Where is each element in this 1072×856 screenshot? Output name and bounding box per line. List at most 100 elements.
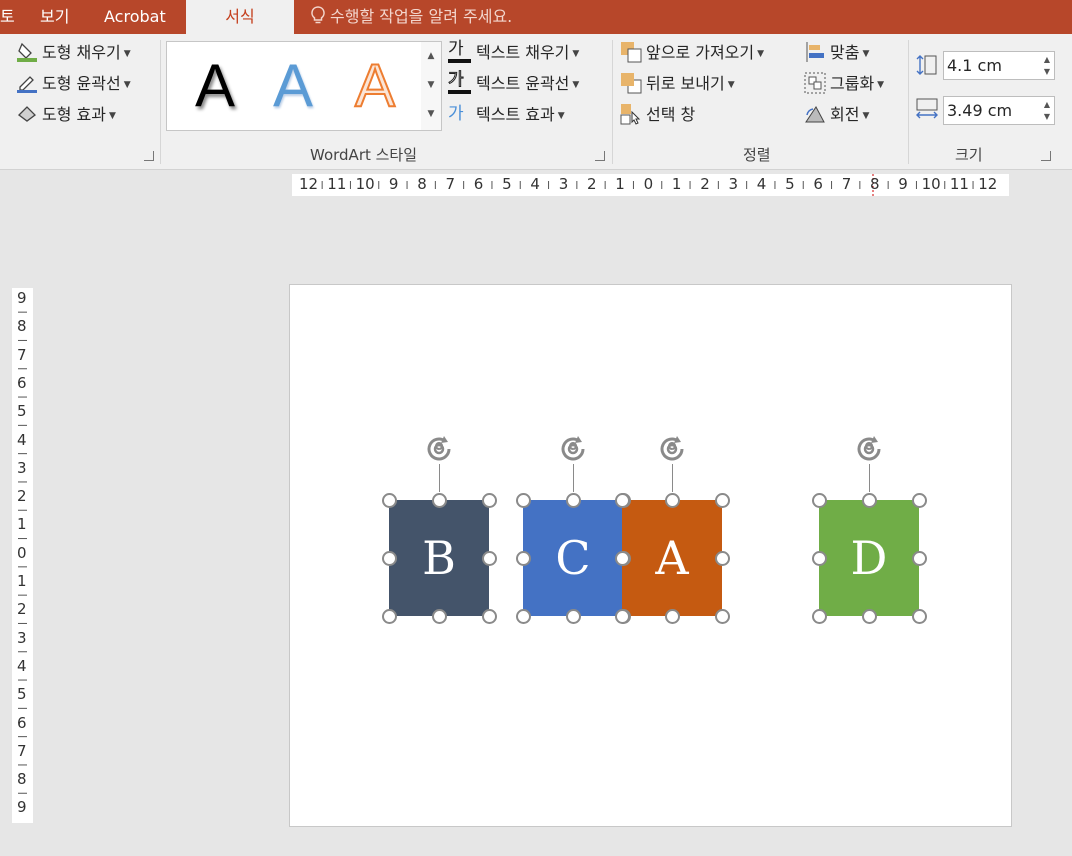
gallery-down-icon[interactable]: ▼ [421,71,441,100]
resize-handle[interactable] [516,609,531,624]
chevron-down-icon: ▼ [862,111,870,121]
spin-down-icon[interactable]: ▼ [1044,103,1050,130]
resize-handle[interactable] [482,551,497,566]
shape-fill-icon [17,42,37,62]
ruler-tick-label: 7 [445,175,456,193]
send-backward-button[interactable]: 뒤로 보내기 ▼ [646,72,735,96]
ruler-tick-label: 2 [17,600,27,619]
resize-handle[interactable] [665,609,680,624]
ruler-tick-label: 9 [898,175,908,193]
resize-handle[interactable] [812,493,827,508]
shape-c[interactable]: C [523,500,623,616]
bring-forward-icon [621,42,642,63]
ruler-tick-label: 1 [17,515,27,534]
resize-handle[interactable] [566,609,581,624]
rotate-handle-icon[interactable] [556,432,590,466]
resize-handle[interactable] [516,493,531,508]
selection-pane-button[interactable]: 선택 창 [646,103,695,127]
ruler-tick-label: 8 [17,317,27,336]
resize-handle[interactable] [516,551,531,566]
rotate-button[interactable]: 회전 ▼ [830,103,869,127]
resize-handle[interactable] [912,609,927,624]
text-fill-button[interactable]: 텍스트 채우기 ▼ [476,41,579,65]
resize-handle[interactable] [862,609,877,624]
ruler-tick-label: 12 [299,175,319,193]
rotate-label: 회전 [830,105,860,124]
bring-forward-label: 앞으로 가져오기 [646,43,755,62]
rotation-stem [573,464,574,492]
resize-handle[interactable] [812,551,827,566]
text-outline-label: 텍스트 윤곽선 [476,74,570,93]
rotation-stem [672,464,673,492]
shape-d[interactable]: D [819,500,919,616]
ruler-tick-label: 1 [671,175,682,193]
slide-canvas[interactable]: BCAD [289,284,1012,827]
shape-effects-label: 도형 효과 [42,105,106,124]
shape-a[interactable]: A [622,500,722,616]
tab-format[interactable]: 서식 [186,0,294,34]
ruler-tick-label: 3 [558,175,569,193]
text-fill-label: 텍스트 채우기 [476,43,570,62]
group-separator [612,40,613,164]
wordart-style-blue[interactable]: A [263,50,323,122]
resize-handle[interactable] [615,493,630,508]
align-button[interactable]: 맞춤 ▼ [830,41,869,65]
resize-handle[interactable] [615,551,630,566]
resize-handle[interactable] [715,609,730,624]
resize-handle[interactable] [566,493,581,508]
gallery-more-icon[interactable]: ▼ [421,100,441,129]
wordart-gallery: A A A [166,41,422,131]
group-button[interactable]: 그룹화 ▼ [830,72,884,96]
ruler-tick-label: 12 [978,175,998,193]
ruler-tick-label: 3 [17,458,27,477]
shape-b[interactable]: B [389,500,489,616]
resize-handle[interactable] [382,493,397,508]
ribbon: 도형 채우기 ▼ 도형 윤곽선 ▼ 도형 효과 ▼ A A A ▲ ▼ ▼ 가 텍스트… [0,34,1072,170]
resize-handle[interactable] [482,493,497,508]
tab-view[interactable]: 보기 [40,0,69,34]
ruler-tick-label: 3 [728,175,739,193]
rotate-handle-icon[interactable] [422,432,456,466]
resize-handle[interactable] [615,609,630,624]
selection-pane-icon [620,104,641,125]
tab-acrobat[interactable]: Acrobat [104,0,166,34]
ruler-tick-label: 0 [17,543,27,562]
resize-handle[interactable] [432,493,447,508]
resize-handle[interactable] [432,609,447,624]
resize-handle[interactable] [382,609,397,624]
shape-outline-button[interactable]: 도형 윤곽선 ▼ [42,72,131,96]
resize-handle[interactable] [912,551,927,566]
size-launcher-icon[interactable] [1041,151,1051,161]
bring-forward-button[interactable]: 앞으로 가져오기 ▼ [646,41,764,65]
resize-handle[interactable] [482,609,497,624]
shape-height-input[interactable]: 4.1 cm ▲ ▼ [943,51,1055,80]
wordart-style-black[interactable]: A [185,50,245,122]
tell-me-box[interactable]: 수행할 작업을 알려 주세요. [310,0,512,34]
ruler-tick-label: 9 [17,289,27,307]
rotate-handle-icon[interactable] [655,432,689,466]
gallery-up-icon[interactable]: ▲ [421,42,441,71]
shape-effects-button[interactable]: 도형 효과 ▼ [42,103,116,127]
ribbon-tab-bar: 토 보기 Acrobat 서식 수행할 작업을 알려 주세요. [0,0,1072,34]
resize-handle[interactable] [912,493,927,508]
wordart-style-orange[interactable]: A [345,50,405,122]
text-outline-button[interactable]: 텍스트 윤곽선 ▼ [476,72,579,96]
shape-fill-button[interactable]: 도형 채우기 ▼ [42,41,131,65]
resize-handle[interactable] [382,551,397,566]
resize-handle[interactable] [715,551,730,566]
align-icon [806,42,824,62]
shape-styles-launcher-icon[interactable] [144,151,154,161]
tab-partial[interactable]: 토 [0,0,15,34]
lightbulb-icon [311,6,325,24]
shape-width-input[interactable]: 3.49 cm ▲ ▼ [943,96,1055,125]
resize-handle[interactable] [862,493,877,508]
spin-down-icon[interactable]: ▼ [1044,58,1050,85]
wordart-launcher-icon[interactable] [595,151,605,161]
ruler-tick-label: 6 [813,175,823,193]
resize-handle[interactable] [812,609,827,624]
resize-handle[interactable] [715,493,730,508]
rotate-handle-icon[interactable] [852,432,886,466]
tell-me-text: 수행할 작업을 알려 주세요. [330,7,513,26]
text-effects-button[interactable]: 텍스트 효과 ▼ [476,103,565,127]
resize-handle[interactable] [665,493,680,508]
